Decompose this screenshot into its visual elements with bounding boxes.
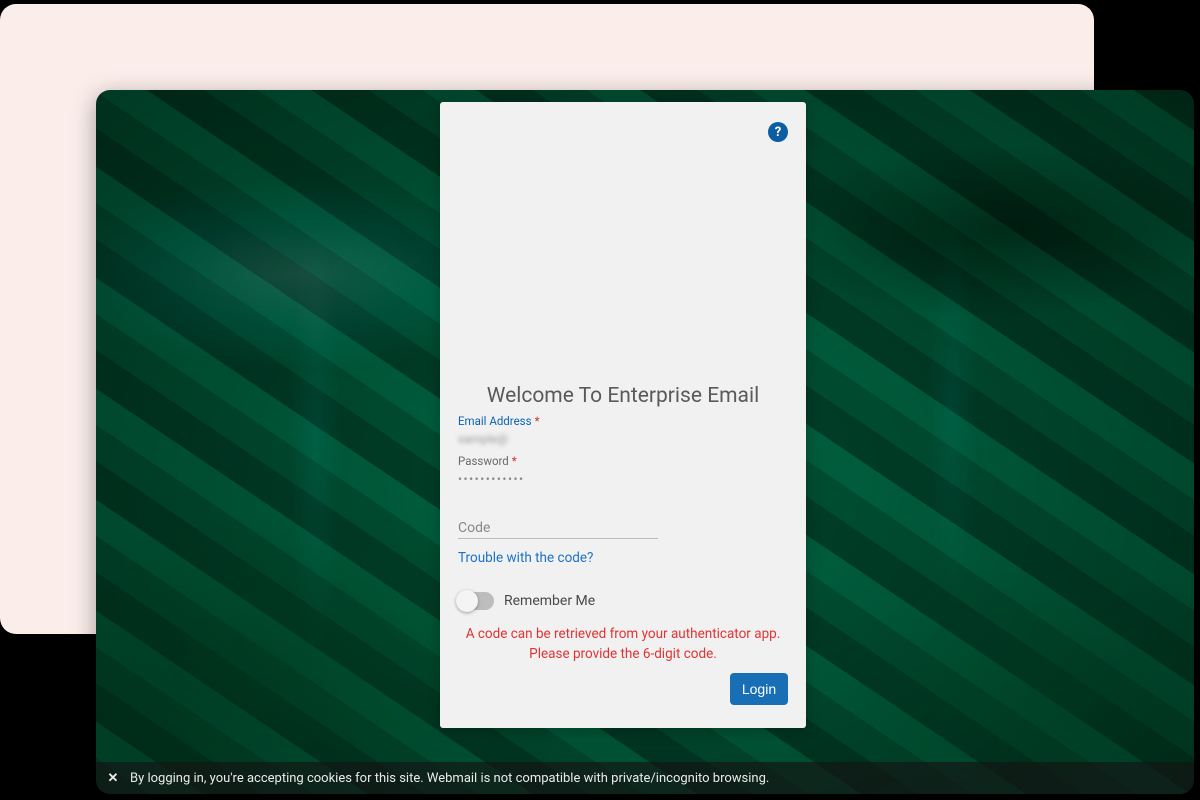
email-value: sample@ [458, 432, 788, 446]
help-icon-glyph: ? [775, 125, 781, 140]
required-star: * [512, 454, 517, 468]
password-field[interactable]: Password * •••••••••••• [458, 454, 788, 486]
login-button-label: Login [742, 681, 776, 697]
remember-me-toggle[interactable] [458, 592, 494, 610]
email-field[interactable]: Email Address * sample@ [458, 414, 788, 446]
remember-me-row: Remember Me [458, 592, 595, 610]
remember-me-label: Remember Me [504, 593, 595, 609]
email-label: Email Address * [458, 414, 788, 428]
cookie-notice-bar: ✕ By logging in, you're accepting cookie… [96, 762, 1194, 794]
password-value: •••••••••••• [458, 472, 788, 486]
email-label-text: Email Address [458, 414, 532, 428]
app-window: ? Welcome To Enterprise Email Email Addr… [96, 90, 1194, 794]
error-line-1: A code can be retrieved from your authen… [458, 624, 788, 644]
close-icon[interactable]: ✕ [106, 771, 120, 785]
trouble-code-link[interactable]: Trouble with the code? [458, 550, 593, 566]
password-label: Password * [458, 454, 788, 468]
code-field[interactable]: Code [458, 520, 658, 539]
error-message: A code can be retrieved from your authen… [458, 624, 788, 665]
login-button[interactable]: Login [730, 673, 788, 705]
login-card: ? Welcome To Enterprise Email Email Addr… [440, 102, 806, 728]
password-label-text: Password [458, 454, 509, 468]
code-label: Code [458, 520, 658, 536]
login-title: Welcome To Enterprise Email [440, 384, 806, 408]
toggle-knob [456, 590, 478, 612]
cookie-notice-text: By logging in, you're accepting cookies … [130, 771, 769, 786]
help-icon[interactable]: ? [768, 122, 788, 142]
required-star: * [535, 414, 540, 428]
error-line-2: Please provide the 6-digit code. [458, 644, 788, 664]
